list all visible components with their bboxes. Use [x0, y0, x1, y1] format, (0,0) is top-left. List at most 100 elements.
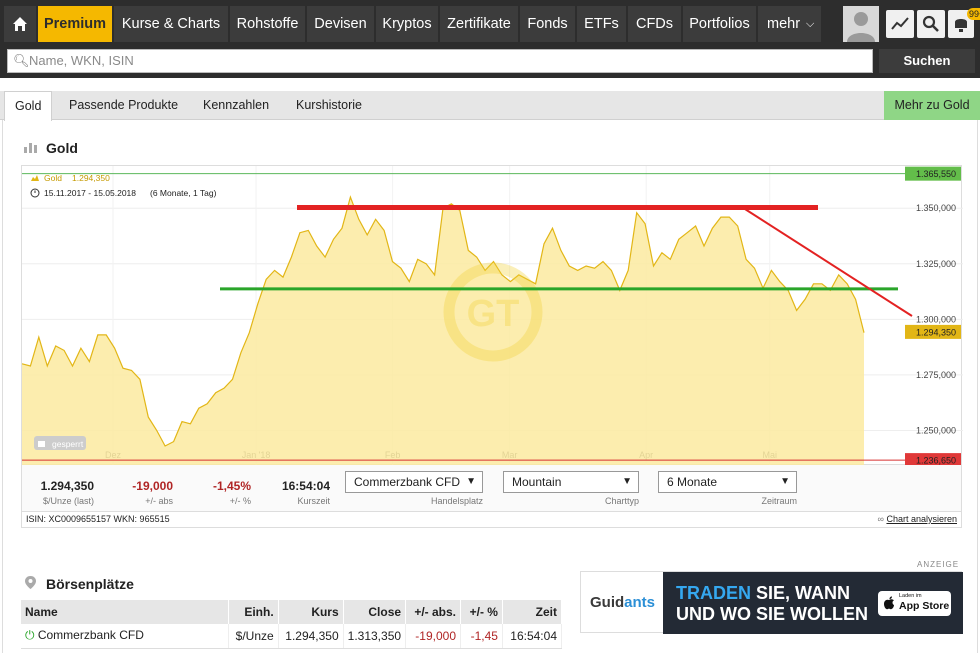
power-icon: ⏻︎	[25, 628, 35, 643]
legend-value: 1.294,350	[72, 173, 110, 183]
locked-label: gesperrt	[52, 439, 84, 449]
legend-range: 15.11.2017 - 15.05.2018	[44, 188, 136, 198]
top-nav: Premium Kurse & Charts Rohstoffe Devisen…	[0, 0, 980, 48]
price-chart[interactable]: DezJan '18FebMarAprMai GT 1.350,0001.325…	[21, 165, 963, 468]
bar-chart-icon	[24, 143, 37, 153]
quote-pct: -1,45%	[212, 479, 251, 493]
charttyp-value: Mountain	[512, 475, 562, 489]
tab-passende-produkte[interactable]: Passende Produkte	[69, 91, 178, 120]
quote-kurs-label: $/Unze (last)	[42, 496, 94, 506]
chart-svg[interactable]: DezJan '18FebMarAprMai GT 1.350,0001.325…	[21, 166, 963, 468]
handelsplatz-label: Handelsplatz	[430, 496, 483, 506]
locked-badge: gesperrt	[34, 436, 86, 450]
row-kurs: 1.294,350	[278, 624, 344, 649]
ad-brand-a: Guid	[590, 594, 625, 611]
quote-pct-label: +/- %	[229, 496, 251, 506]
sub-tabs: Gold Passende Produkte Kennzahlen Kurshi…	[0, 91, 980, 121]
row-name-cell[interactable]: ⏻︎ Commerzbank CFD	[21, 624, 229, 649]
nav-mehr-label: mehr	[767, 16, 801, 32]
quote-zeit: 16:54:04	[281, 479, 330, 493]
y-tick-label: 1.350,000	[916, 203, 956, 213]
y-tick-label: 1.300,000	[916, 314, 956, 324]
col-close[interactable]: Close	[343, 600, 407, 624]
ad-line1: TRADEN SIE, WANN	[676, 583, 850, 604]
home-icon[interactable]	[4, 6, 37, 42]
quote-abs: -19,000	[132, 479, 173, 493]
nav-item-premium[interactable]: Premium	[38, 6, 113, 42]
avatar[interactable]	[843, 6, 879, 42]
search-button[interactable]: Suchen	[879, 49, 975, 73]
nav-item-zertifikate[interactable]: Zertifikate	[440, 6, 519, 42]
col-zeit[interactable]: Zeit	[502, 600, 563, 624]
legend-range-note: (6 Monate, 1 Tag)	[150, 188, 217, 198]
chart-legend: Gold 1.294,350 15.11.2017 - 15.05.2018 (…	[30, 173, 217, 198]
nav-item-portfolios[interactable]: Portfolios	[683, 6, 757, 42]
search-row: 🔍︎ Name, WKN, ISIN Suchen	[0, 48, 980, 78]
ad-banner: TRADEN SIE, WANN UND WO SIE WOLLEN Laden…	[663, 572, 963, 634]
quote-kurs: 1.294,350	[40, 479, 94, 493]
zeitraum-select[interactable]: 6 Monate ▼	[658, 471, 797, 493]
apple-icon	[884, 596, 894, 610]
app-store-badge[interactable]: Laden im App Store	[878, 591, 951, 616]
nav-item-devisen[interactable]: Devisen	[307, 6, 375, 42]
table-header-row: Name Einh. Kurs Close +/- abs. +/- % Zei…	[21, 600, 563, 624]
tab-kurshistorie[interactable]: Kurshistorie	[296, 91, 362, 120]
col-einh[interactable]: Einh.	[228, 600, 279, 624]
charttyp-label: Charttyp	[604, 496, 639, 506]
zeitraum-label: Zeitraum	[761, 496, 797, 506]
row-close: 1.313,350	[343, 624, 407, 649]
charttyp-select[interactable]: Mountain ▼	[503, 471, 639, 493]
app-store-top: Laden im	[899, 593, 922, 599]
nav-item-kurse-charts[interactable]: Kurse & Charts	[114, 6, 229, 42]
search-icon[interactable]	[917, 10, 945, 38]
chevron-down-icon: ▼	[780, 476, 790, 487]
table-row[interactable]: ⏻︎ Commerzbank CFD $/Unze 1.294,350 1.31…	[21, 624, 563, 649]
level-label-text: 1.294,350	[916, 327, 956, 337]
nav-item-fonds[interactable]: Fonds	[520, 6, 576, 42]
nav-item-rohstoffe[interactable]: Rohstoffe	[230, 6, 306, 42]
nav-item-mehr[interactable]: mehr ⌵	[758, 6, 822, 42]
ad-brand: Guidants	[590, 594, 655, 611]
quote-info-row: 1.294,350 $/Unze (last) -19,000 +/- abs …	[21, 465, 962, 512]
chevron-down-icon: ▼	[622, 476, 632, 487]
exchanges-table: Name Einh. Kurs Close +/- abs. +/- % Zei…	[21, 600, 563, 649]
chart-analysieren-link[interactable]: ∞ Chart analysieren	[878, 512, 957, 526]
ad-brand-b: ants	[624, 594, 656, 611]
handelsplatz-select[interactable]: Commerzbank CFD ▼	[345, 471, 483, 493]
tab-kennzahlen[interactable]: Kennzahlen	[203, 91, 269, 120]
search-placeholder: Name, WKN, ISIN	[29, 53, 134, 68]
col-pct[interactable]: +/- %	[460, 600, 503, 624]
tab-gold[interactable]: Gold	[4, 91, 53, 121]
row-name: Commerzbank CFD	[37, 628, 144, 643]
watermark-text: GT	[467, 293, 520, 335]
isin-row: ISIN: XC0009655157 WKN: 965515 ∞ Chart a…	[21, 512, 962, 528]
isin-text: ISIN: XC0009655157 WKN: 965515	[26, 514, 170, 524]
search-field-icon: 🔍︎	[13, 53, 30, 68]
chart-icon[interactable]	[886, 10, 914, 38]
ad-label: ANZEIGE	[917, 560, 960, 569]
y-tick-label: 1.325,000	[916, 259, 956, 269]
chevron-down-icon: ⌵	[806, 18, 815, 30]
level-label-text: 1.365,550	[916, 169, 956, 179]
zeitraum-value: 6 Monate	[667, 475, 718, 489]
col-abs[interactable]: +/- abs.	[405, 600, 461, 624]
search-input[interactable]: 🔍︎ Name, WKN, ISIN	[7, 49, 873, 73]
quote-abs-label: +/- abs	[145, 496, 173, 506]
location-icon	[25, 576, 36, 589]
row-einh: $/Unze	[228, 624, 279, 649]
mehr-zu-gold-button[interactable]: Mehr zu Gold	[884, 91, 980, 120]
col-name[interactable]: Name	[21, 600, 229, 624]
nav-item-cfds[interactable]: CFDs	[628, 6, 682, 42]
nav-item-kryptos[interactable]: Kryptos	[376, 6, 439, 42]
row-pct: -1,45	[460, 624, 503, 649]
col-kurs[interactable]: Kurs	[278, 600, 344, 624]
row-zeit: 16:54:04	[502, 624, 563, 649]
y-axis-labels: 1.350,000 1.325,000 1.300,000 1.275,000 1.25…	[916, 203, 956, 435]
row-abs: -19,000	[405, 624, 461, 649]
notification-badge: 99+	[967, 8, 980, 20]
legend-name: Gold	[44, 173, 62, 183]
guidants-ad[interactable]: Guidants TRADEN SIE, WANN UND WO SIE WOL…	[580, 571, 963, 634]
nav-item-etfs[interactable]: ETFs	[577, 6, 627, 42]
section-title: Gold	[46, 140, 78, 156]
boersenplaetze-title: Börsenplätze	[46, 576, 134, 592]
